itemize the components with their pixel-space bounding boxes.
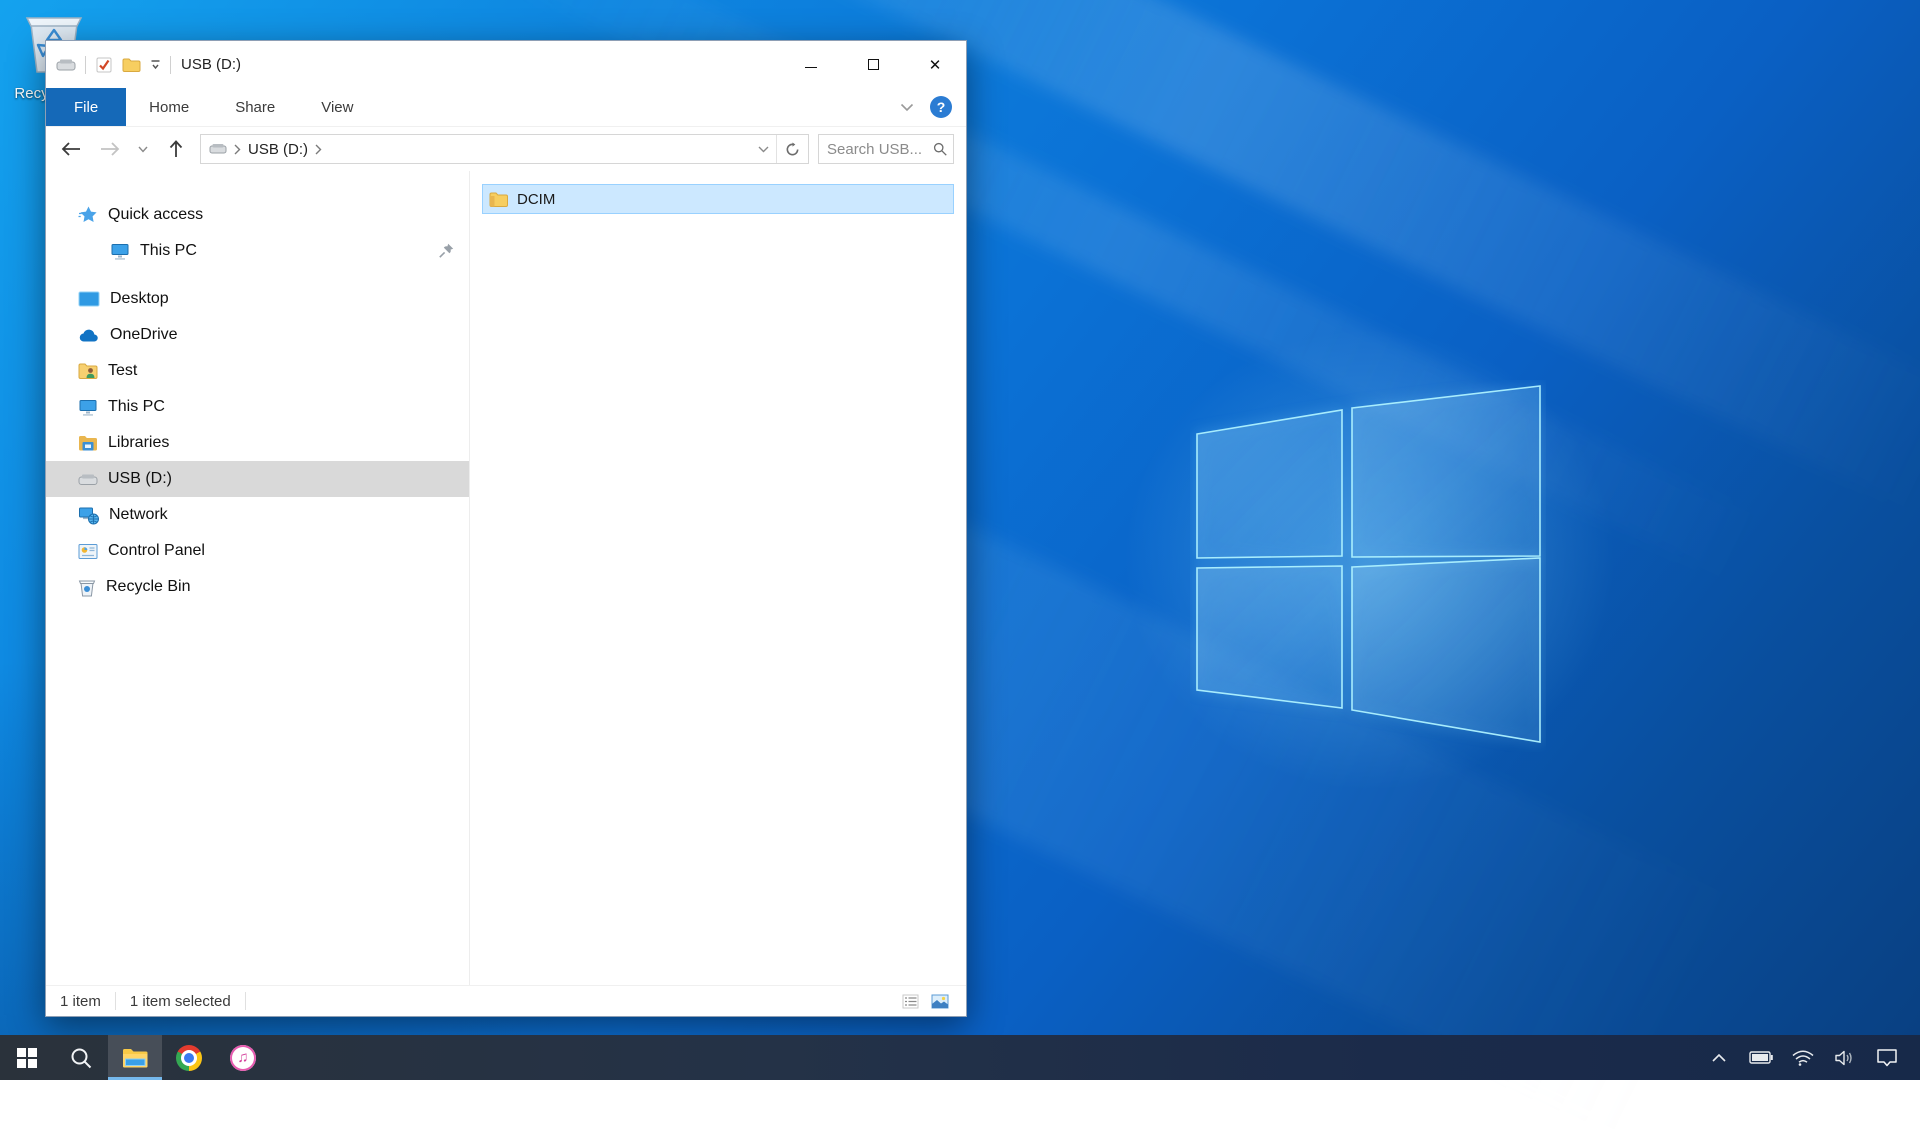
- help-button[interactable]: ?: [930, 96, 952, 118]
- file-item-dcim[interactable]: DCIM: [482, 184, 954, 214]
- taskbar-file-explorer-button[interactable]: [108, 1035, 162, 1080]
- taskbar: ♫: [0, 1035, 1920, 1080]
- volume-icon[interactable]: [1828, 1035, 1862, 1080]
- sidebar-item-onedrive[interactable]: OneDrive: [46, 317, 469, 353]
- sidebar-item-desktop[interactable]: Desktop: [46, 281, 469, 317]
- usb-drive-address-icon: [209, 143, 227, 155]
- search-icon: [70, 1047, 92, 1069]
- sidebar-item-recycle-bin[interactable]: Recycle Bin: [46, 569, 469, 605]
- breadcrumb-chevron-icon[interactable]: [234, 144, 241, 155]
- battery-icon[interactable]: [1744, 1035, 1778, 1080]
- sidebar-gap: [46, 269, 469, 281]
- file-item-label: DCIM: [517, 191, 555, 208]
- large-icons-view-button[interactable]: [928, 990, 952, 1012]
- qat-checkmark-icon[interactable]: [95, 56, 113, 74]
- title-bar[interactable]: USB (D:) ✕: [46, 41, 966, 88]
- windows-logo: [1190, 380, 1546, 752]
- quick-access-star-icon: [78, 205, 98, 225]
- recycle-bin-small-icon: [78, 578, 96, 597]
- sidebar-item-label: Control Panel: [108, 542, 205, 560]
- breadcrumb-chevron-icon[interactable]: [315, 144, 322, 155]
- taskbar-itunes-button[interactable]: ♫: [216, 1035, 270, 1080]
- separator: [170, 56, 171, 74]
- close-button[interactable]: ✕: [904, 41, 966, 88]
- sidebar-item-quick-access[interactable]: Quick access: [46, 197, 469, 233]
- sidebar-item-label: Libraries: [108, 434, 169, 452]
- chrome-icon: [176, 1045, 202, 1071]
- sidebar-item-network[interactable]: Network: [46, 497, 469, 533]
- expand-ribbon-chevron-icon[interactable]: [900, 103, 914, 112]
- usb-drive-window-icon: [56, 58, 76, 72]
- windows-start-icon: [17, 1048, 37, 1068]
- address-bar[interactable]: USB (D:): [200, 134, 809, 164]
- this-pc-icon: [110, 242, 130, 261]
- selection-count: 1 item selected: [130, 993, 231, 1010]
- desktop-icon: [78, 290, 100, 308]
- sidebar-item-label: Test: [108, 362, 137, 380]
- control-panel-icon: [78, 543, 98, 560]
- sidebar-item-libraries[interactable]: Libraries: [46, 425, 469, 461]
- libraries-icon: [78, 434, 98, 452]
- breadcrumb-path[interactable]: USB (D:): [248, 141, 308, 158]
- sidebar-item-usb-drive[interactable]: USB (D:): [46, 461, 469, 497]
- sidebar-item-control-panel[interactable]: Control Panel: [46, 533, 469, 569]
- status-bar: 1 item 1 item selected: [46, 985, 966, 1016]
- details-view-button[interactable]: [898, 990, 922, 1012]
- network-icon: [78, 506, 99, 525]
- user-folder-icon: [78, 362, 98, 380]
- refresh-button[interactable]: [776, 135, 808, 163]
- address-dropdown-chevron-icon[interactable]: [750, 135, 776, 163]
- recent-locations-chevron-icon[interactable]: [134, 134, 152, 164]
- pin-icon: [438, 242, 455, 259]
- tab-home[interactable]: Home: [126, 88, 212, 126]
- minimize-button[interactable]: [780, 41, 842, 88]
- tab-share[interactable]: Share: [212, 88, 298, 126]
- qat-new-folder-icon[interactable]: [122, 57, 141, 73]
- search-icon[interactable]: [933, 141, 947, 157]
- up-button[interactable]: [161, 134, 191, 164]
- wifi-icon[interactable]: [1786, 1035, 1820, 1080]
- hidden-icons-chevron-icon[interactable]: [1702, 1035, 1736, 1080]
- item-count: 1 item: [60, 993, 101, 1010]
- sidebar-item-label: OneDrive: [110, 326, 178, 344]
- sidebar-item-this-pc[interactable]: This PC: [46, 389, 469, 425]
- forward-button[interactable]: [95, 134, 125, 164]
- sidebar-item-label: USB (D:): [108, 470, 172, 488]
- start-button[interactable]: [0, 1035, 54, 1080]
- search-input[interactable]: [827, 141, 933, 158]
- this-pc-icon: [78, 398, 98, 417]
- usb-drive-icon: [78, 472, 98, 486]
- back-button[interactable]: [56, 134, 86, 164]
- navigation-pane: Quick access This PC Desktop OneDrive Te…: [46, 171, 470, 985]
- separator: [85, 56, 86, 74]
- tab-file[interactable]: File: [46, 88, 126, 126]
- sidebar-item-test[interactable]: Test: [46, 353, 469, 389]
- file-explorer-icon: [122, 1047, 148, 1069]
- sidebar-item-label: This PC: [108, 398, 165, 416]
- folder-icon: [489, 191, 508, 207]
- maximize-button[interactable]: [842, 41, 904, 88]
- sidebar-item-label: Quick access: [108, 206, 203, 224]
- action-center-icon[interactable]: [1870, 1035, 1904, 1080]
- system-tray: [1702, 1035, 1920, 1080]
- sidebar-item-label: Recycle Bin: [106, 578, 190, 596]
- onedrive-cloud-icon: [78, 328, 100, 343]
- navigation-bar: USB (D:): [46, 127, 966, 171]
- itunes-icon: ♫: [230, 1045, 256, 1071]
- sidebar-item-label: Desktop: [110, 290, 169, 308]
- search-box[interactable]: [818, 134, 954, 164]
- window-title: USB (D:): [181, 56, 241, 73]
- sidebar-item-this-pc-pinned[interactable]: This PC: [46, 233, 469, 269]
- separator: [115, 992, 116, 1010]
- taskbar-chrome-button[interactable]: [162, 1035, 216, 1080]
- sidebar-item-label: This PC: [140, 242, 197, 260]
- taskbar-search-button[interactable]: [54, 1035, 108, 1080]
- sidebar-item-label: Network: [109, 506, 168, 524]
- tab-view[interactable]: View: [298, 88, 376, 126]
- file-explorer-window: USB (D:) ✕ File Home Share View ?: [45, 40, 967, 1017]
- ribbon-tabs: File Home Share View ?: [46, 88, 966, 127]
- qat-customize-chevron-icon[interactable]: [150, 59, 161, 71]
- file-list-pane[interactable]: DCIM: [470, 171, 966, 985]
- separator: [245, 992, 246, 1010]
